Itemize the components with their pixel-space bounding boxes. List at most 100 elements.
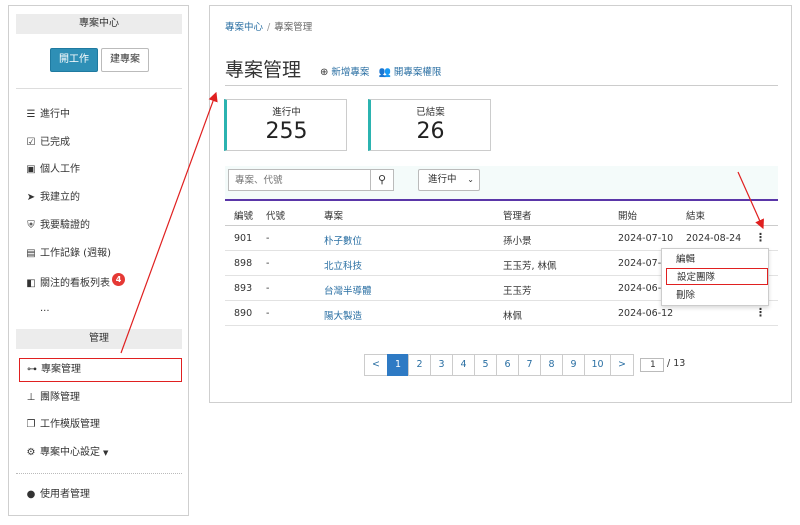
sidebar-item-user-management[interactable]: ● 使用者管理: [25, 487, 90, 503]
menu-item-edit[interactable]: 編輯: [662, 251, 768, 268]
stat-value: 255: [265, 119, 308, 144]
checkbox-icon: ☑: [26, 137, 36, 148]
pagination: <1 2 3 4 5 6 7 8 9 10 >1/ 13: [364, 354, 685, 376]
stat-label: 已結案: [416, 107, 445, 118]
document-icon: ▤: [26, 248, 36, 259]
sidebar: 專案中心 開工作 建專案 ☰ 進行中 ☑ 已完成 ▣ 個人工作 ➤ 我建立的 ⛨ 我要驗證的…: [8, 5, 189, 516]
cell-project-link[interactable]: 台灣半導體: [324, 283, 372, 297]
title-actions: ⊕ 新增專案 👥 開專案權限: [320, 64, 447, 78]
pagination-page-5[interactable]: 5: [474, 354, 497, 376]
search-button[interactable]: ⚲: [370, 169, 394, 191]
breadcrumb-root-link[interactable]: 專案中心: [225, 22, 263, 33]
sidebar-header-admin: 管理: [16, 329, 182, 349]
filter-bar: ⚲ 進行中 ⌄: [225, 166, 778, 201]
search-input[interactable]: [228, 169, 370, 191]
board-icon: ◧: [26, 278, 36, 289]
copy-template-icon: ❐: [26, 419, 36, 430]
cell-id: 890: [234, 308, 253, 319]
stat-card-in-progress[interactable]: 進行中 255: [224, 99, 347, 151]
sidebar-header-project-center: 專案中心: [16, 14, 182, 34]
sidebar-item-work-log[interactable]: ▤ 工作記錄 (週報): [25, 246, 111, 262]
stat-card-closed[interactable]: 已結案 26: [368, 99, 491, 151]
page-jump: 1/ 13: [640, 358, 685, 372]
cell-start: 2024-07-10: [618, 233, 674, 244]
sidebar-button-group: 開工作 建專案: [9, 48, 190, 72]
sidebar-item-project-settings[interactable]: ⚙ 專案中心設定 ▼: [25, 445, 109, 461]
breadcrumb-separator: /: [267, 22, 271, 33]
pagination-next[interactable]: >: [610, 354, 634, 376]
pagination-page-7[interactable]: 7: [518, 354, 541, 376]
page-total: / 13: [667, 358, 686, 369]
sidebar-item-personal-tasks[interactable]: ▣ 個人工作: [25, 162, 80, 178]
briefcase-icon: ▣: [26, 164, 36, 175]
cell-project-link[interactable]: 北立科技: [324, 258, 362, 272]
search-icon: ⚲: [377, 173, 387, 186]
column-header-start: 開始: [618, 211, 638, 222]
cell-project-link[interactable]: 陽大製造: [324, 308, 362, 322]
org-chart-icon: ⊥: [26, 392, 36, 403]
pagination-prev[interactable]: <: [364, 354, 388, 376]
cell-code: -: [266, 233, 270, 244]
cell-manager: 王玉芳, 林佩: [503, 261, 557, 272]
cell-start: 2024-06-1: [618, 283, 668, 294]
column-header-code: 代號: [266, 211, 286, 222]
cell-start: 2024-06-12: [618, 308, 674, 319]
stat-value: 26: [416, 119, 445, 144]
pagination-page-6[interactable]: 6: [496, 354, 519, 376]
pagination-page-1[interactable]: 1: [387, 354, 409, 376]
page-title: 專案管理: [225, 59, 302, 81]
cell-manager: 林佩: [503, 311, 523, 322]
sidebar-item-created-by-me[interactable]: ➤ 我建立的: [25, 190, 80, 206]
title-divider: [225, 85, 778, 86]
sidebar-divider-dotted: [16, 473, 182, 474]
pagination-page-10[interactable]: 10: [584, 354, 611, 376]
user-icon: ●: [26, 489, 36, 500]
sidebar-item-team-management[interactable]: ⊥ 團隊管理: [25, 390, 80, 406]
status-filter-select[interactable]: 進行中 ⌄: [418, 169, 480, 191]
sidebar-item-followed-boards[interactable]: ◧ 關注的看板列表 4: [25, 273, 125, 289]
sidebar-item-to-verify[interactable]: ⛨ 我要驗證的: [25, 218, 90, 234]
shield-check-icon: ⛨: [27, 220, 35, 231]
main-panel: 專案中心 / 專案管理 專案管理 ⊕ 新增專案 👥 開專案權限 進行中 255 已結案 …: [209, 5, 792, 403]
column-header-end: 結束: [686, 211, 706, 222]
create-project-button[interactable]: 建專案: [101, 48, 149, 72]
open-permission-link[interactable]: 開專案權限: [394, 67, 442, 78]
sidebar-item-completed[interactable]: ☑ 已完成: [25, 135, 70, 151]
column-header-manager: 管理者: [503, 211, 532, 222]
open-task-button[interactable]: 開工作: [50, 48, 98, 72]
column-header-project: 專案: [324, 211, 344, 222]
page-jump-input[interactable]: 1: [640, 358, 664, 372]
cell-id: 893: [234, 283, 253, 294]
column-header-id: 編號: [234, 211, 254, 222]
sidebar-item-more[interactable]: ...: [40, 301, 50, 317]
cell-code: -: [266, 308, 270, 319]
breadcrumb-current: 專案管理: [274, 22, 313, 33]
cell-end: 2024-08-24: [686, 233, 742, 244]
project-tree-icon: ⊶: [27, 364, 37, 375]
pointer-icon: ➤: [26, 192, 36, 203]
sidebar-item-in-progress[interactable]: ☰ 進行中: [25, 107, 70, 123]
pagination-page-8[interactable]: 8: [540, 354, 563, 376]
menu-item-delete[interactable]: 刪除: [662, 287, 768, 304]
cell-start: 2024-07-0: [618, 258, 668, 269]
caret-down-icon: ▼: [103, 449, 109, 457]
row-menu-kebab-icon[interactable]: ⋮: [755, 231, 766, 244]
pagination-page-3[interactable]: 3: [430, 354, 453, 376]
menu-item-set-team[interactable]: 設定團隊: [666, 268, 768, 285]
sidebar-divider: [16, 88, 182, 89]
row-action-menu: 編輯 設定團隊 刪除: [661, 248, 769, 306]
pagination-page-2[interactable]: 2: [408, 354, 431, 376]
row-menu-kebab-icon[interactable]: ⋮: [755, 306, 766, 319]
new-project-link[interactable]: 新增專案: [331, 67, 369, 78]
gear-icon: ⚙: [26, 447, 36, 458]
chevron-down-icon: ⌄: [467, 175, 474, 184]
cell-project-link[interactable]: 朴子數位: [324, 233, 362, 247]
sidebar-item-template-management[interactable]: ❐ 工作模版管理: [25, 417, 100, 433]
table-header-row: 編號 代號 專案 管理者 開始 結束: [225, 199, 778, 226]
cell-id: 901: [234, 233, 253, 244]
pagination-page-9[interactable]: 9: [562, 354, 585, 376]
cell-id: 898: [234, 258, 253, 269]
cell-manager: 孫小景: [503, 236, 532, 247]
pagination-page-4[interactable]: 4: [452, 354, 475, 376]
sidebar-item-project-management[interactable]: ⊶ 專案管理: [19, 358, 182, 382]
